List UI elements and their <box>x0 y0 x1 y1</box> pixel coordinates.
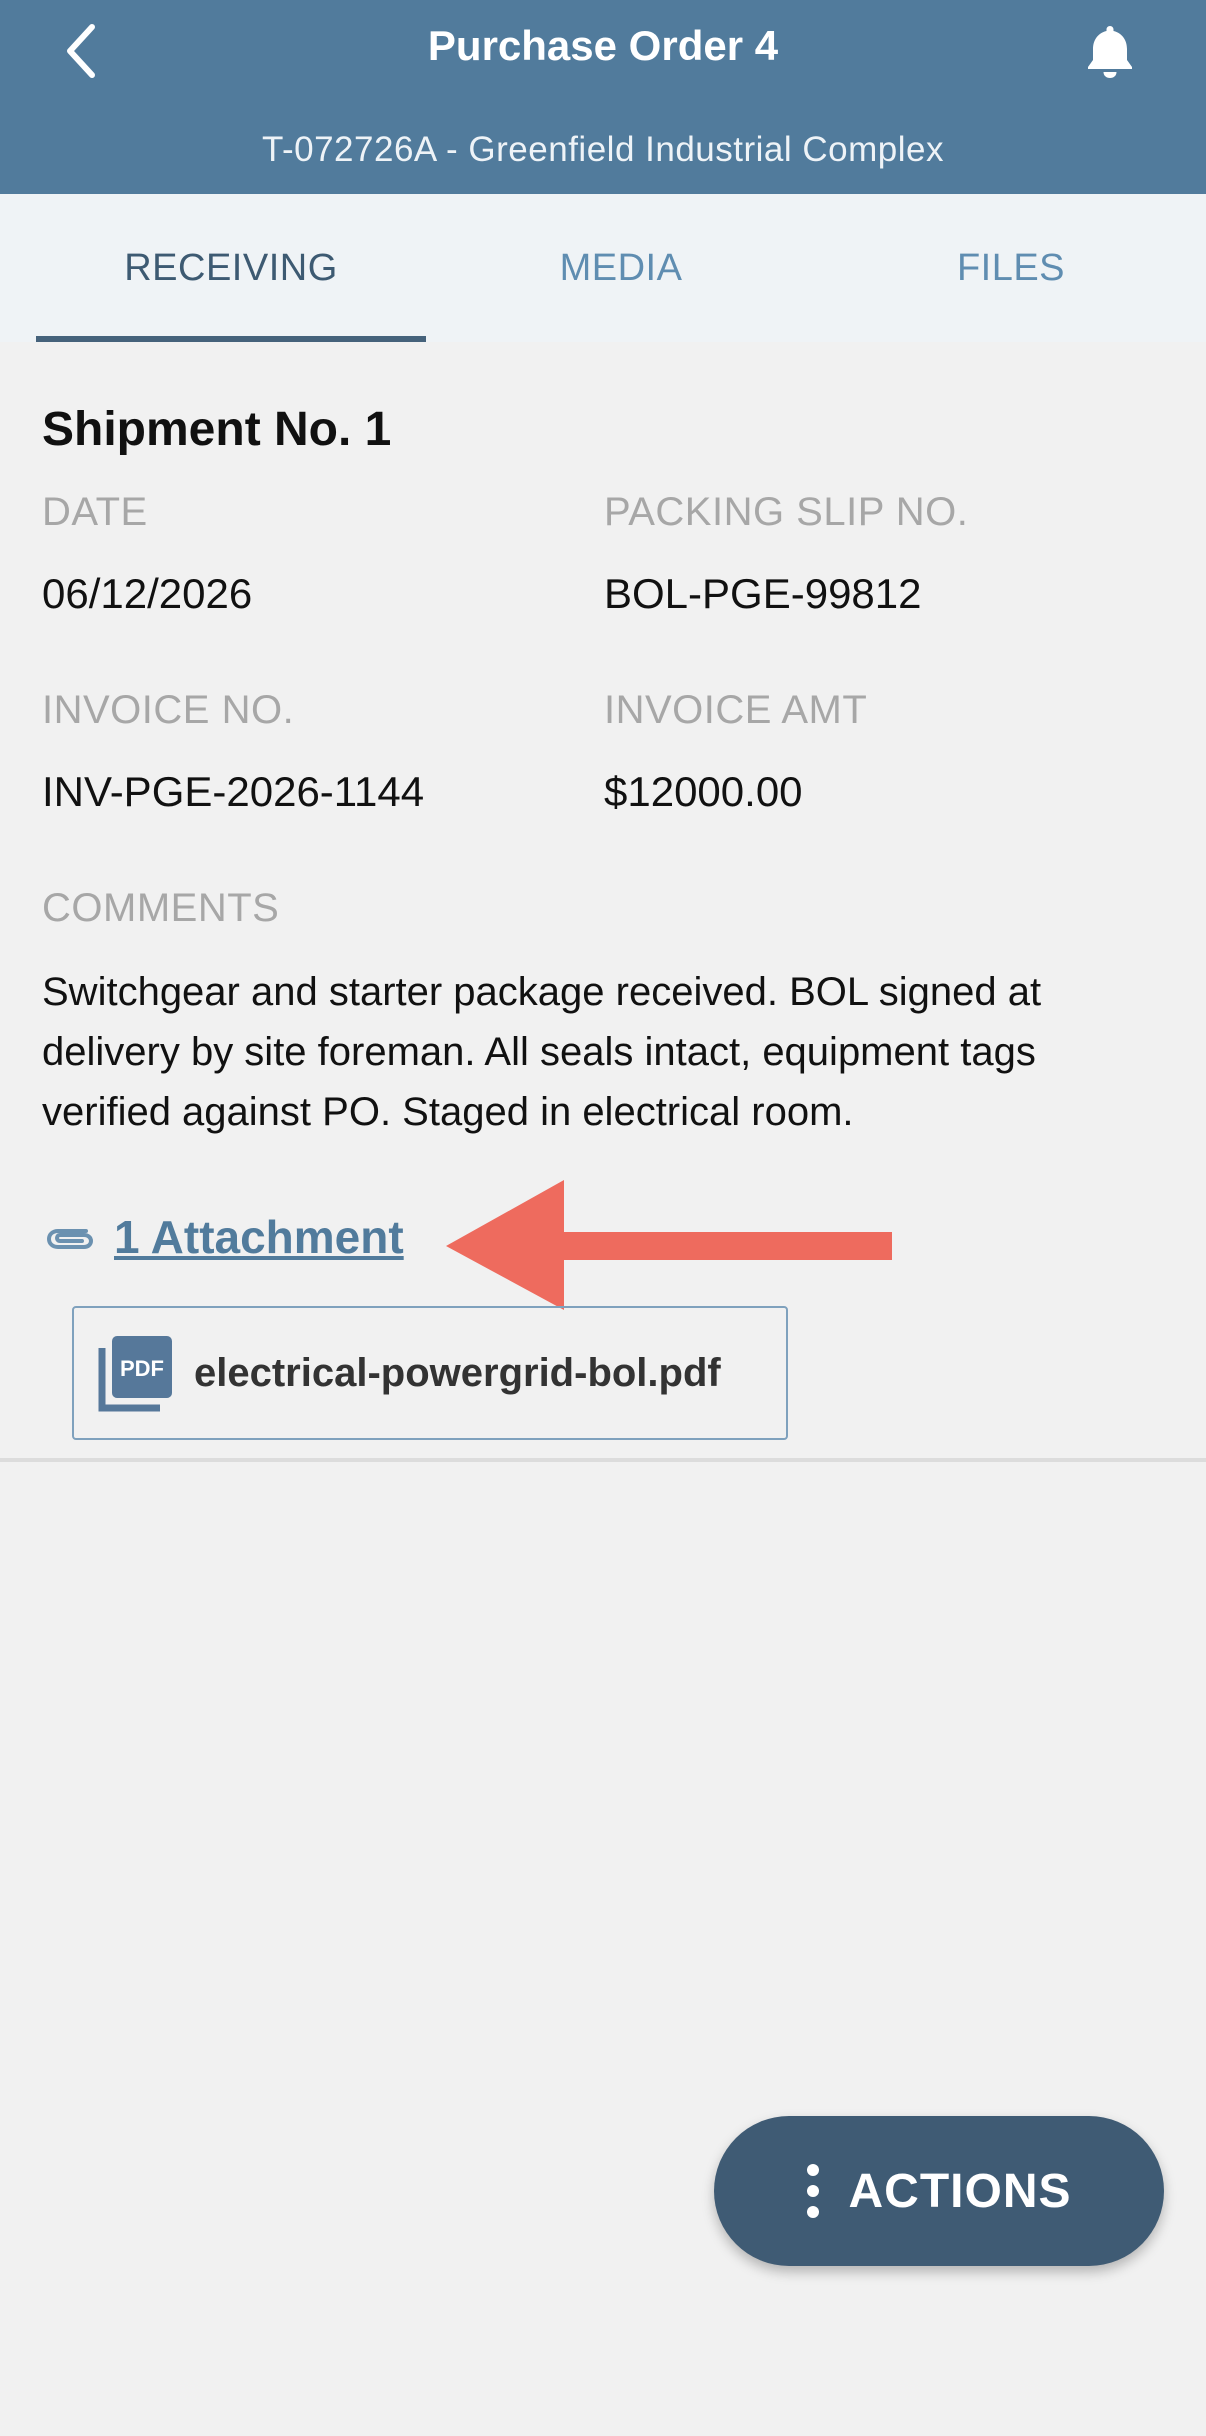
packing-slip-value: BOL-PGE-99812 <box>604 570 922 617</box>
actions-button-label: ACTIONS <box>848 2164 1072 2218</box>
kebab-icon <box>806 2164 819 2218</box>
pdf-icon: PDF <box>98 1336 172 1412</box>
attachments-link[interactable]: 1 Attachment <box>114 1210 404 1264</box>
invoice-no-label: INVOICE NO. <box>42 688 295 732</box>
section-divider <box>0 1458 1206 1462</box>
comments-value: Switchgear and starter package received.… <box>42 970 1042 1134</box>
bell-icon <box>1088 26 1132 78</box>
page-title: Purchase Order 4 <box>427 22 779 69</box>
app-header: Purchase Order 4 T-072726A - Greenfield … <box>0 0 1206 194</box>
date-label: DATE <box>42 490 148 534</box>
attachment-file[interactable]: PDF electrical-powergrid-bol.pdf <box>72 1306 788 1440</box>
actions-button[interactable]: ACTIONS <box>714 2116 1164 2266</box>
shipment-title: Shipment No. 1 <box>42 403 392 456</box>
tab-files[interactable]: FILES <box>816 194 1206 342</box>
comments-label: COMMENTS <box>42 886 280 930</box>
tab-receiving[interactable]: RECEIVING <box>36 194 426 342</box>
tab-bar: RECEIVING MEDIA FILES <box>0 194 1206 342</box>
pdf-icon-text: PDF <box>120 1356 164 1381</box>
date-value: 06/12/2026 <box>42 570 253 617</box>
invoice-no-value: INV-PGE-2026-1144 <box>42 768 425 815</box>
page-subtitle: T-072726A - Greenfield Industrial Comple… <box>262 130 944 169</box>
active-tab-indicator <box>36 336 426 342</box>
notifications-button[interactable] <box>1080 16 1140 86</box>
arrow-left-icon <box>446 1180 892 1310</box>
invoice-amt-label: INVOICE AMT <box>604 688 868 732</box>
invoice-amt-value: $12000.00 <box>604 768 803 815</box>
attachments-row: 1 Attachment <box>42 1202 404 1272</box>
paperclip-icon <box>47 1229 93 1249</box>
packing-slip-label: PACKING SLIP NO. <box>604 490 969 534</box>
attachment-file-name: electrical-powergrid-bol.pdf <box>194 1350 721 1395</box>
tab-media[interactable]: MEDIA <box>426 194 816 342</box>
